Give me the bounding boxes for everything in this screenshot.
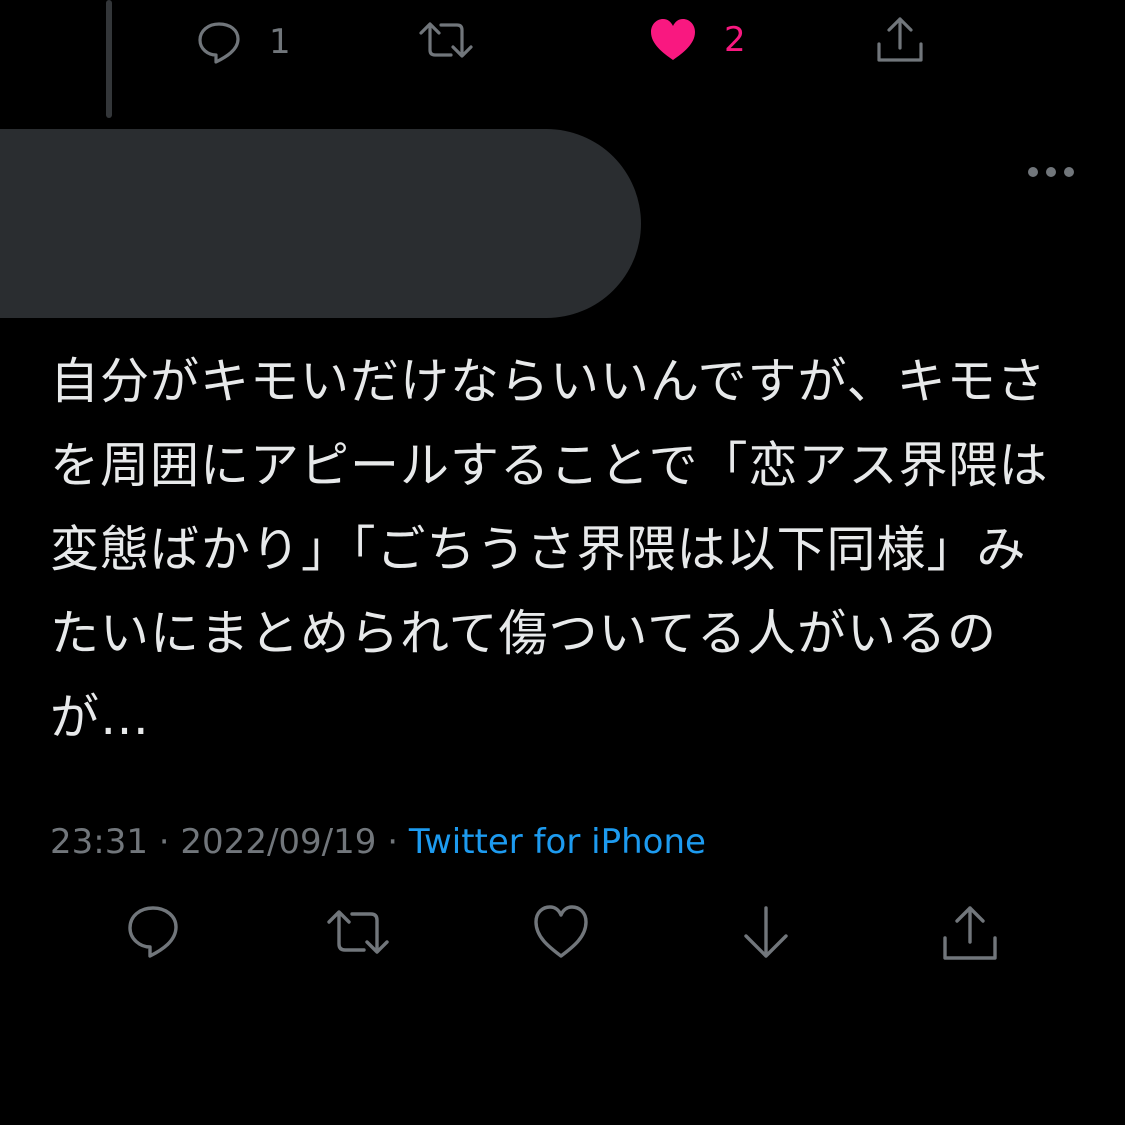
tweet-source-link[interactable]: Twitter for iPhone (409, 822, 706, 862)
reply-button[interactable] (125, 902, 181, 962)
tweet-time: 23:31 (50, 822, 148, 862)
bookmark-download-icon (744, 906, 788, 958)
heart-icon (534, 905, 588, 958)
like-button[interactable] (532, 902, 590, 962)
reply-icon (128, 906, 178, 958)
share-button[interactable] (874, 14, 926, 66)
meta-separator: · (387, 822, 399, 862)
heart-filled-icon (651, 19, 695, 60)
more-dot (1046, 167, 1056, 177)
tweet-date: 2022/09/19 (180, 822, 377, 862)
share-button[interactable] (940, 902, 1000, 964)
tweet-text: 自分がキモいだけならいいんですが、キモさを周囲にアピールすることで「恋アス界隈は… (50, 353, 1049, 746)
retweet-button[interactable] (418, 16, 474, 64)
reply-icon (198, 22, 240, 64)
redacted-user-header (0, 129, 641, 318)
share-icon (877, 17, 923, 62)
bookmark-button[interactable] (738, 902, 794, 962)
reply-button[interactable]: 1 (195, 18, 291, 66)
reply-count: 1 (269, 22, 291, 62)
retweet-button[interactable] (325, 902, 391, 962)
meta-separator: · (158, 822, 170, 862)
share-icon (943, 906, 997, 960)
like-button[interactable]: 2 (648, 16, 746, 64)
more-dot (1028, 167, 1038, 177)
previous-tweet-action-bar: 1 2 (0, 0, 1125, 80)
tweet-meta: 23:31 · 2022/09/19 · Twitter for iPhone (50, 818, 706, 866)
retweet-icon (419, 22, 473, 58)
like-count: 2 (724, 20, 746, 60)
more-icon[interactable] (1028, 160, 1074, 184)
more-dot (1064, 167, 1074, 177)
retweet-icon (327, 910, 389, 954)
